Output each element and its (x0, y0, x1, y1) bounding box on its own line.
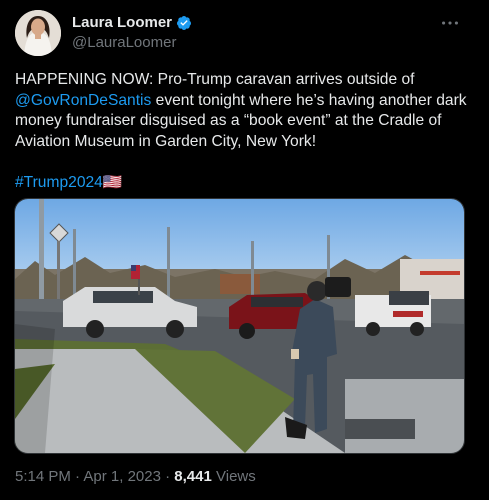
tweet-text-part1: HAPPENING NOW: Pro-Trump caravan arrives… (15, 71, 419, 88)
hashtag-link[interactable]: #Trump2024 (15, 174, 103, 191)
tweet-text: HAPPENING NOW: Pro-Trump caravan arrives… (15, 70, 470, 193)
meta-separator: · (160, 468, 175, 485)
media-scene (15, 199, 464, 453)
views-label: Views (211, 468, 256, 485)
tweet-media-video[interactable] (14, 198, 465, 454)
tweet-date[interactable]: Apr 1, 2023 (83, 468, 161, 485)
meta-separator: · (70, 468, 84, 485)
author-handle[interactable]: @LauraLoomer (72, 34, 176, 51)
views-count[interactable]: 8,441 (174, 468, 212, 485)
author-name[interactable]: Laura Loomer (72, 14, 172, 31)
mention-link[interactable]: @GovRonDeSantis (15, 92, 151, 109)
tweet-meta: 5:14 PM · Apr 1, 2023 · 8,441 Views (15, 468, 256, 485)
author-name-row[interactable]: Laura Loomer (72, 14, 192, 31)
more-options-icon[interactable] (439, 12, 461, 34)
flag-emoji: 🇺🇸 (102, 173, 123, 191)
avatar[interactable] (15, 10, 61, 56)
avatar-image (15, 10, 61, 56)
tweet-time[interactable]: 5:14 PM (15, 468, 71, 485)
verified-badge-icon (177, 15, 192, 30)
